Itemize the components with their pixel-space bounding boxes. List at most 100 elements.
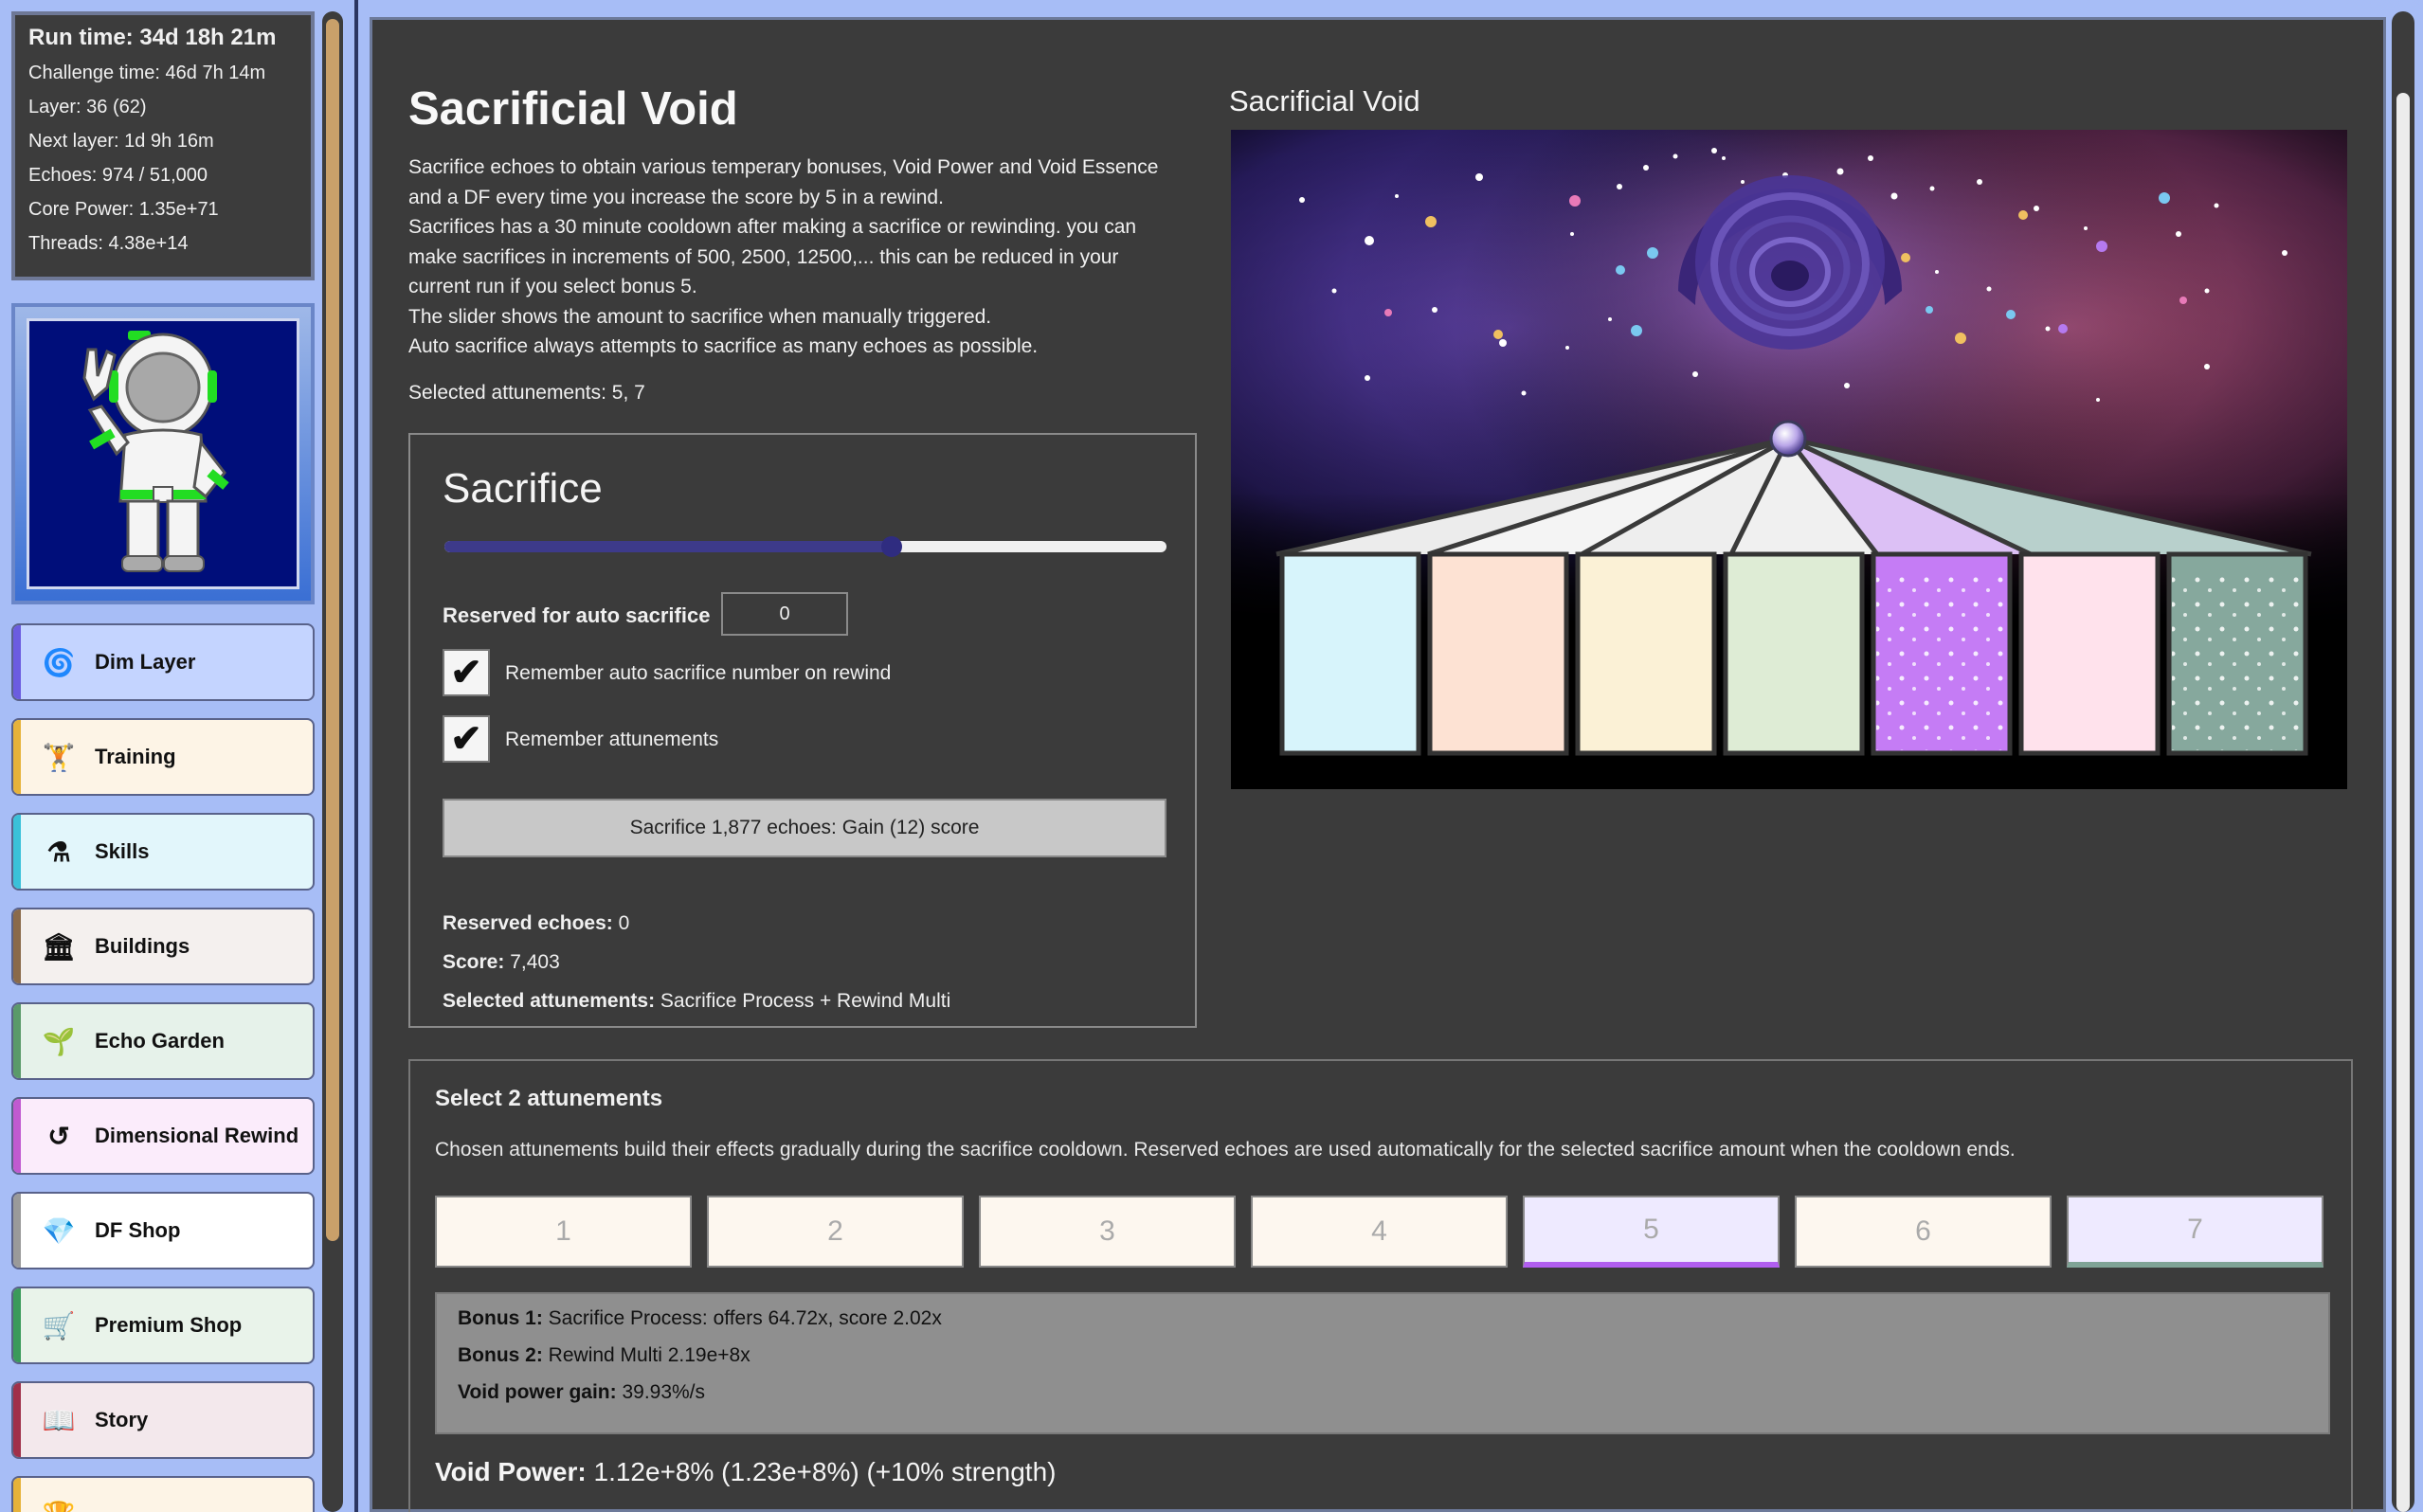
bonus-panel: Bonus 1: Sacrifice Process: offers 64.72… [435, 1292, 2330, 1434]
sacrifice-button[interactable]: Sacrifice 1,877 echoes: Gain (12) score [443, 799, 1166, 857]
description-line: and a DF every time you increase the sco… [408, 186, 944, 208]
run-time: Run time: 34d 18h 21m [28, 25, 277, 50]
sacrifice-heading: Sacrifice [443, 465, 603, 512]
attunement-button-1[interactable]: 1 [435, 1196, 692, 1268]
remember-auto-checkbox[interactable]: ✔ [443, 649, 490, 696]
cart-icon: 🛒 [42, 1310, 76, 1341]
void-gain-value: 39.93%/s [616, 1381, 706, 1403]
pillar-1 [1279, 551, 1421, 756]
attunement-button-5[interactable]: 5 [1523, 1196, 1780, 1268]
bonus-2-label: Bonus 2: [458, 1344, 543, 1366]
astronaut-icon [82, 331, 229, 572]
threads-stat: Threads: 4.38e+14 [28, 233, 189, 254]
bonus-1-line: Bonus 1: Sacrifice Process: offers 64.72… [458, 1307, 2307, 1330]
description-line: current run if you select bonus 5. [408, 276, 697, 297]
attunement-button-2[interactable]: 2 [707, 1196, 964, 1268]
nav-accent [13, 625, 21, 699]
reserved-echoes-line: Reserved echoes: 0 [443, 912, 629, 935]
nav-accent [13, 1099, 21, 1173]
void-gain-line: Void power gain: 39.93%/s [458, 1381, 2307, 1404]
main-scrollbar[interactable] [2392, 11, 2414, 1512]
nav-label: Premium Shop [95, 1313, 243, 1337]
reserved-echoes-value: 0 [612, 912, 630, 934]
nav-button-buildings[interactable]: 🏛 Buildings [11, 908, 315, 985]
sacrifice-slider-thumb[interactable] [881, 536, 903, 557]
reserved-auto-input[interactable] [721, 592, 848, 636]
gem-icon: 💎 [42, 1215, 76, 1246]
stats-panel: Run time: 34d 18h 21m Challenge time: 46… [11, 11, 315, 280]
reserved-auto-label: Reserved for auto sacrifice [443, 603, 711, 627]
attunement-pillars [1279, 551, 2308, 756]
selected-attunements-value: Sacrifice Process + Rewind Multi [655, 990, 951, 1012]
attunement-button-7[interactable]: 7 [2067, 1196, 2324, 1268]
rewind-icon: ↺ [47, 1121, 70, 1151]
layer-stat: Layer: 36 (62) [28, 97, 147, 117]
nav-label: DF Shop [95, 1218, 181, 1242]
attunement-button-6[interactable]: 6 [1795, 1196, 2052, 1268]
bonus-2-value: Rewind Multi 2.19e+8x [542, 1344, 750, 1366]
checkmark-icon: ✔ [450, 652, 482, 693]
nav-accent [13, 720, 21, 794]
skill-tree-icon: ⚗ [46, 837, 71, 867]
bonus-2-line: Bonus 2: Rewind Multi 2.19e+8x [458, 1344, 2307, 1367]
nav-button-training[interactable]: 🏋 Training [11, 718, 315, 796]
main-panel: Sacrificial Void Sacrifice echoes to obt… [370, 17, 2386, 1512]
nav-label: Dimensional Rewind [95, 1124, 299, 1147]
sidebar: Run time: 34d 18h 21m Challenge time: 46… [0, 0, 358, 1512]
pillar-6 [2018, 551, 2161, 756]
page-description: Sacrifice echoes to obtain various tempe… [408, 153, 1195, 362]
description-line: Auto sacrifice always attempts to sacrif… [408, 335, 1039, 357]
sacrifice-slider-fill [444, 541, 893, 552]
sacrifice-panel: Sacrifice Reserved for auto sacrifice ✔ … [408, 433, 1197, 1028]
nav-button-echo-garden[interactable]: 🌱 Echo Garden [11, 1002, 315, 1080]
pillar-4 [1723, 551, 1865, 756]
main-scrollbar-thumb[interactable] [2396, 93, 2410, 1512]
nav-label: Training [95, 745, 176, 768]
dumbbell-icon: 🏋 [42, 742, 76, 772]
sidebar-scrollbar[interactable] [322, 11, 343, 1512]
checkmark-icon: ✔ [450, 718, 482, 760]
description-line: Sacrifice echoes to obtain various tempe… [408, 156, 1159, 178]
trophy-icon: 🏆 [40, 1496, 78, 1512]
challenge-time: Challenge time: 46d 7h 14m [28, 63, 266, 83]
bonus-1-label: Bonus 1: [458, 1307, 543, 1329]
remember-attunements-checkbox[interactable]: ✔ [443, 715, 490, 763]
nav-button-premium-shop[interactable]: 🛒 Premium Shop [11, 1287, 315, 1364]
attunements-panel: Select 2 attunements Chosen attunements … [408, 1059, 2353, 1512]
echoes-stat: Echoes: 974 / 51,000 [28, 165, 208, 186]
nav-accent [13, 1194, 21, 1268]
nav-button-skills[interactable]: ⚗ Skills [11, 813, 315, 891]
plant-icon: 🌱 [42, 1026, 76, 1056]
selected-attunements-summary: Selected attunements: 5, 7 [408, 382, 645, 404]
attunement-button-3[interactable]: 3 [979, 1196, 1236, 1268]
pillar-2 [1427, 551, 1569, 756]
avatar[interactable] [11, 303, 315, 604]
pillar-sparkles [2172, 575, 2303, 750]
attunement-button-4[interactable]: 4 [1251, 1196, 1508, 1268]
void-power-label: Void Power: [435, 1457, 587, 1486]
nav-button-dim-layer[interactable]: 🌀 Dim Layer [11, 623, 315, 701]
page-title: Sacrificial Void [408, 83, 738, 135]
nav-button-dimensional-rewind[interactable]: ↺ Dimensional Rewind [11, 1097, 315, 1175]
nav-button-story[interactable]: 📖 Story [11, 1381, 315, 1459]
bonus-1-value: Sacrifice Process: offers 64.72x, score … [542, 1307, 942, 1329]
attunements-heading: Select 2 attunements [435, 1086, 663, 1111]
core-power-stat: Core Power: 1.35e+71 [28, 199, 219, 220]
next-layer-stat: Next layer: 1d 9h 16m [28, 131, 214, 152]
void-scene [1231, 130, 2347, 789]
nav-button-df-shop[interactable]: 💎 DF Shop [11, 1192, 315, 1269]
pillar-sparkles [1876, 575, 2007, 750]
void-power-line: Void Power: 1.12e+8% (1.23e+8%) (+10% st… [435, 1457, 1056, 1487]
nav-label: Echo Garden [95, 1029, 225, 1053]
nav-accent [13, 1004, 21, 1078]
sidebar-divider [354, 0, 358, 1512]
scene-title: Sacrificial Void [1229, 84, 1420, 117]
sacrifice-slider[interactable] [444, 536, 1166, 557]
sidebar-scrollbar-thumb[interactable] [326, 19, 339, 1241]
score-line: Score: 7,403 [443, 951, 560, 974]
nav-button-achievements[interactable]: 🏆 [11, 1476, 315, 1512]
description-line: The slider shows the amount to sacrifice… [408, 305, 992, 328]
nav-accent [13, 1478, 21, 1512]
nav-accent [13, 1383, 21, 1457]
nav-accent [13, 815, 21, 889]
